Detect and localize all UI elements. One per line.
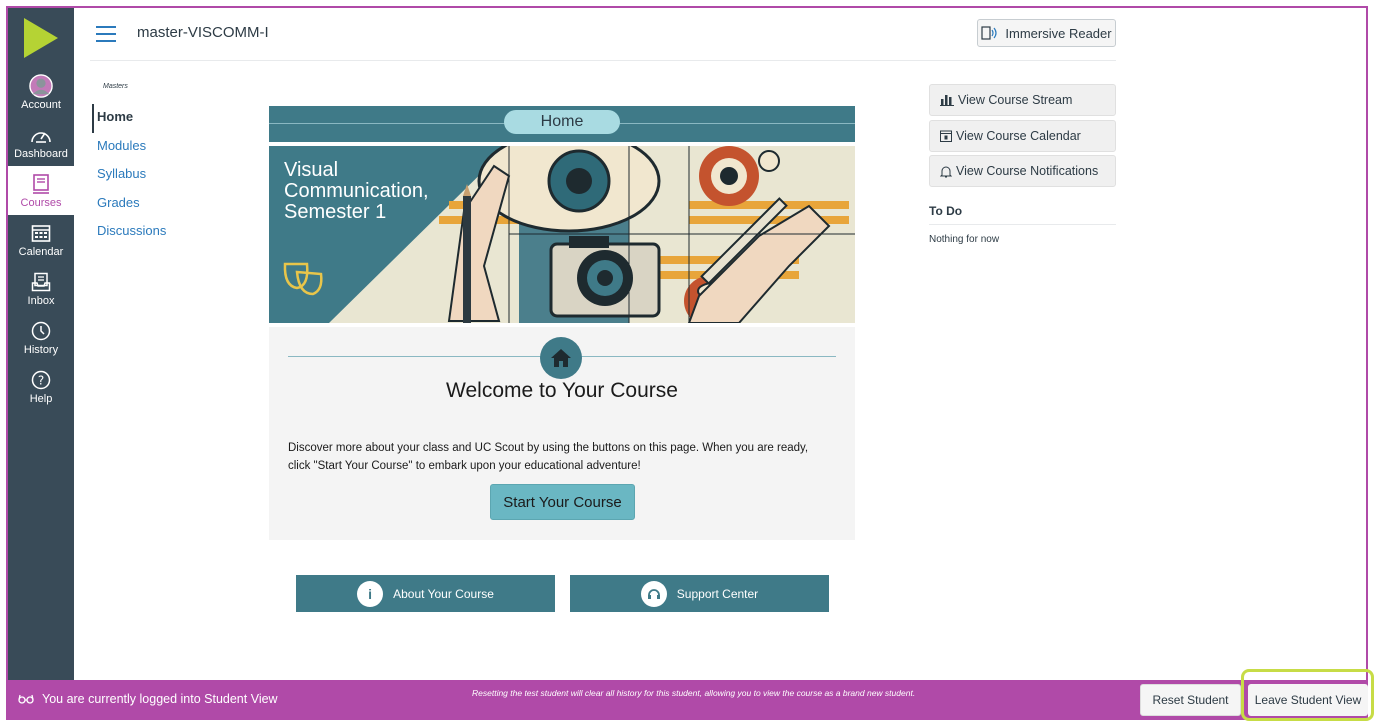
nav-dashboard[interactable]: Dashboard — [8, 117, 74, 166]
bell-icon — [940, 166, 952, 177]
nav-inbox-label: Inbox — [27, 295, 55, 307]
leave-student-view-button[interactable]: Leave Student View — [1248, 684, 1368, 716]
course-title[interactable]: master-VISCOMM-I — [137, 24, 269, 41]
nav-help[interactable]: ? Help — [8, 362, 74, 411]
course-menu-toggle[interactable] — [96, 26, 116, 42]
todo-empty-message: Nothing for now — [929, 234, 1000, 245]
course-nav-modules[interactable]: Modules — [92, 133, 222, 162]
nav-history-label: History — [23, 344, 59, 356]
svg-text:?: ? — [38, 374, 44, 388]
home-banner-band: Home — [269, 106, 855, 142]
avatar-icon — [29, 74, 53, 98]
student-view-status: You are currently logged into Student Vi… — [18, 692, 278, 706]
welcome-panel: Welcome to Your Course Discover more abo… — [269, 327, 855, 540]
banner-title-line-1: Visual — [284, 159, 339, 181]
calendar-small-icon — [940, 130, 952, 142]
nav-courses-label: Courses — [20, 197, 62, 209]
student-view-bar: You are currently logged into Student Vi… — [8, 669, 1374, 721]
view-course-calendar-button[interactable]: View Course Calendar — [929, 120, 1116, 152]
course-nav-tag: Masters — [103, 83, 128, 90]
nav-history[interactable]: History — [8, 313, 74, 362]
banner-title-line-3: Semester 1 — [284, 201, 387, 223]
student-view-glasses-icon — [18, 694, 34, 704]
view-course-notifications-button[interactable]: View Course Notifications — [929, 155, 1116, 187]
nav-inbox[interactable]: Inbox — [8, 264, 74, 313]
view-course-calendar-label: View Course Calendar — [956, 129, 1081, 143]
todo-divider — [929, 224, 1116, 225]
header-divider — [90, 60, 1116, 61]
home-pill-label: Home — [504, 110, 620, 134]
view-course-stream-button[interactable]: View Course Stream — [929, 84, 1116, 116]
student-view-label: You are currently logged into Student Vi… — [42, 692, 278, 706]
inbox-icon — [29, 270, 53, 294]
nav-account-label: Account — [21, 99, 61, 111]
info-icon: i — [357, 580, 384, 607]
nav-courses[interactable]: Courses — [8, 166, 74, 215]
support-center-label: Support Center — [676, 586, 759, 601]
bar-chart-icon — [940, 95, 954, 106]
nav-dashboard-label: Dashboard — [14, 148, 68, 160]
calendar-icon — [29, 221, 53, 245]
course-banner-image: Visual Communication, Semester 1 — [269, 146, 855, 323]
course-nav-syllabus[interactable]: Syllabus — [92, 161, 222, 190]
nav-calendar-label: Calendar — [18, 246, 64, 258]
banner-title: Visual Communication, Semester 1 — [284, 160, 429, 223]
course-nav-grades[interactable]: Grades — [92, 190, 222, 219]
view-course-notifications-label: View Course Notifications — [956, 164, 1099, 178]
dashboard-icon — [29, 123, 53, 147]
about-course-label: About Your Course — [393, 586, 494, 601]
view-course-stream-label: View Course Stream — [958, 93, 1073, 107]
todo-title: To Do — [929, 204, 963, 218]
help-icon: ? — [29, 368, 53, 392]
immersive-reader-icon — [981, 26, 997, 40]
welcome-description: Discover more about your class and UC Sc… — [288, 442, 809, 472]
nav-account[interactable]: Account — [8, 68, 74, 117]
student-view-note: Resetting the test student will clear al… — [472, 688, 916, 698]
course-nav: Home Modules Syllabus Grades Discussions — [92, 104, 222, 247]
clock-icon — [29, 319, 53, 343]
course-nav-discussions[interactable]: Discussions — [92, 218, 222, 247]
immersive-reader-label: Immersive Reader — [1005, 25, 1112, 41]
home-icon — [540, 337, 582, 379]
nav-calendar[interactable]: Calendar — [8, 215, 74, 264]
canvas-logo[interactable] — [8, 8, 74, 68]
start-course-button[interactable]: Start Your Course — [490, 484, 635, 520]
welcome-title: Welcome to Your Course — [446, 379, 678, 402]
banner-title-line-2: Communication, — [284, 180, 429, 202]
course-nav-home[interactable]: Home — [92, 104, 222, 133]
courses-icon — [29, 172, 53, 196]
immersive-reader-button[interactable]: Immersive Reader — [977, 19, 1116, 47]
canvas-play-icon — [24, 18, 58, 58]
about-course-button[interactable]: i About Your Course — [296, 575, 555, 612]
support-center-button[interactable]: Support Center — [570, 575, 829, 612]
nav-help-label: Help — [29, 393, 53, 405]
global-nav: Account Dashboard Courses Calendar Inbox… — [8, 8, 74, 680]
support-headset-icon — [640, 580, 667, 607]
reset-student-button[interactable]: Reset Student — [1140, 684, 1241, 716]
